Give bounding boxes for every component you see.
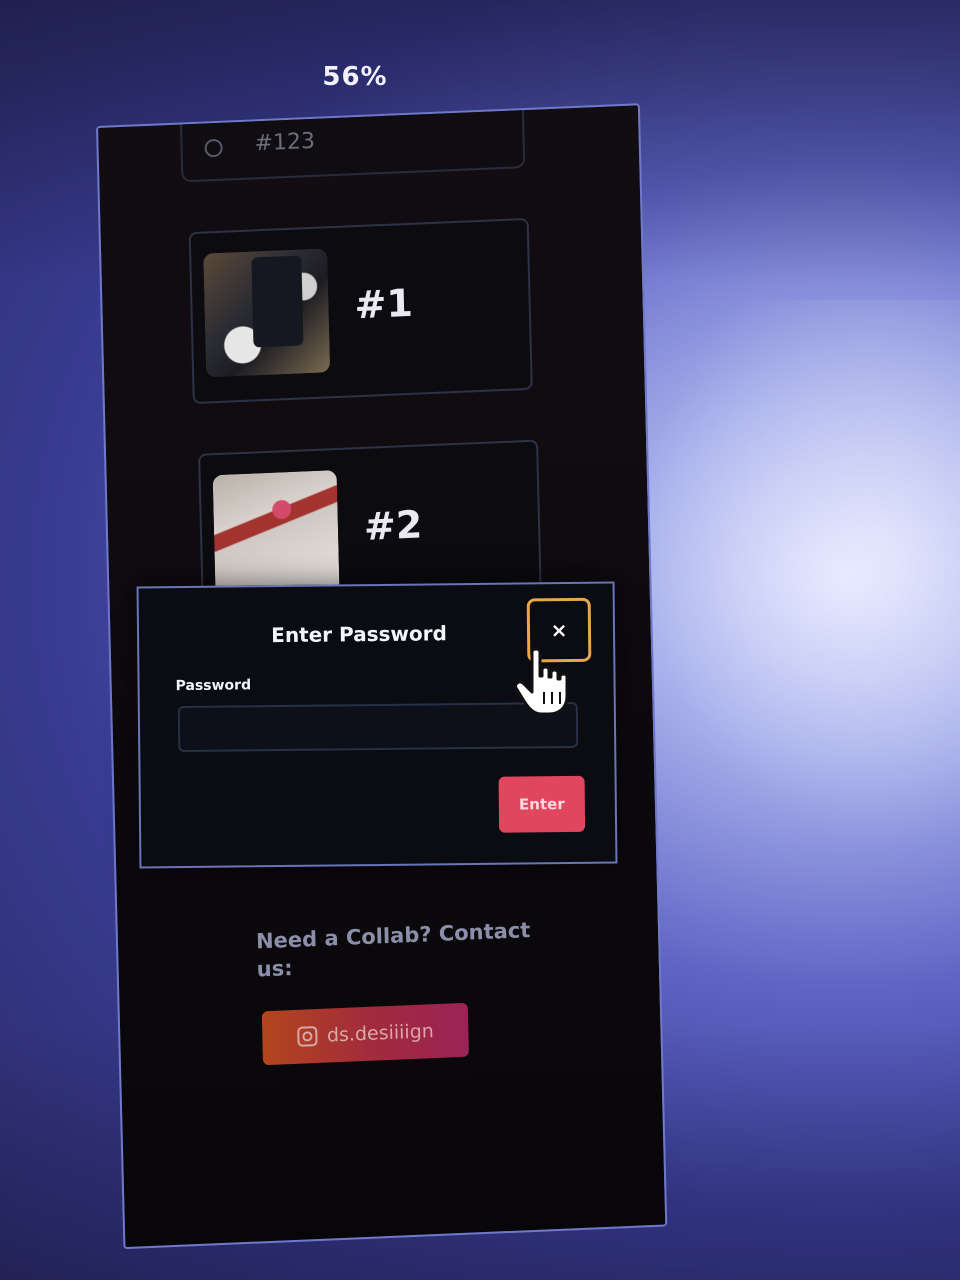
instagram-handle: ds.desiiiign xyxy=(326,1020,435,1047)
password-modal: Enter Password × Password Enter xyxy=(136,581,618,869)
password-label: Password xyxy=(175,677,252,695)
enter-button[interactable]: Enter xyxy=(498,775,586,833)
close-icon: × xyxy=(550,618,568,643)
modal-title: Enter Password xyxy=(271,621,448,648)
search-text: #123 xyxy=(254,128,316,157)
hand-pointer-cursor-icon xyxy=(514,647,569,716)
instagram-icon xyxy=(296,1026,318,1047)
search-bar[interactable]: #123 xyxy=(179,103,526,183)
instagram-link-button[interactable]: ds.desiiiign xyxy=(261,1002,470,1066)
outfit-card-label: #2 xyxy=(363,502,423,549)
zoom-level-indicator: 56% xyxy=(322,62,388,92)
outfit-thumbnail-1 xyxy=(203,248,331,378)
contact-heading: Need a Collab? Contact us: xyxy=(255,918,531,982)
outfit-thumbnail-2 xyxy=(212,470,340,600)
outfit-card-1[interactable]: #1 xyxy=(188,217,533,405)
search-icon xyxy=(204,138,223,158)
outfit-card-label: #1 xyxy=(354,280,414,328)
